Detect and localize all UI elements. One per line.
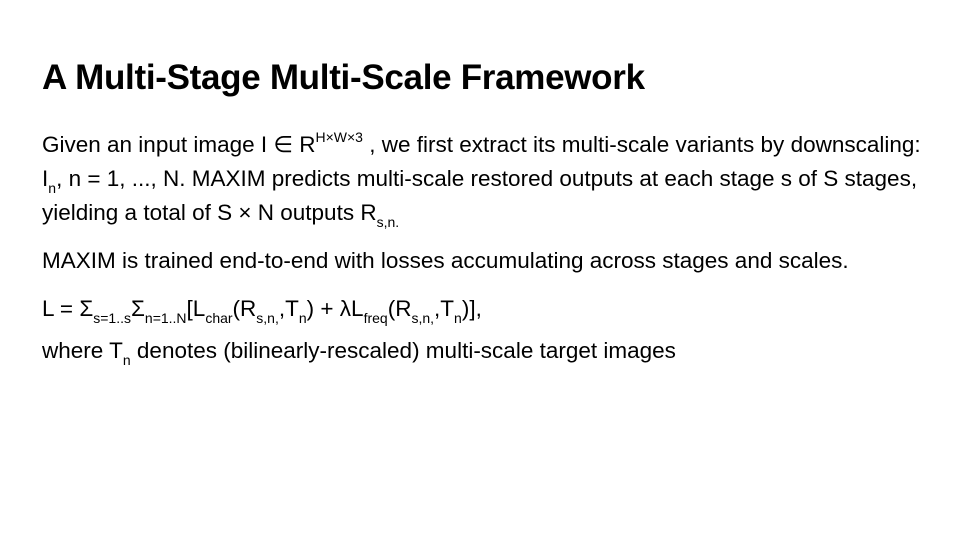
subscript: freq (363, 310, 388, 326)
slide: A Multi-Stage Multi-Scale Framework Give… (0, 0, 960, 540)
formula-part: [L (186, 296, 206, 321)
subscript: n (122, 352, 131, 368)
formula-part: ) + λL (306, 296, 364, 321)
text-span: , n = 1, ..., N. MAXIM predicts multi-sc… (42, 166, 918, 225)
subscript: s=1..s (93, 310, 131, 326)
subscript: s,n, (411, 310, 435, 326)
paragraph-input-description: Given an input image I ∈ RH×W×3 , we fir… (42, 128, 922, 230)
subscript: n (48, 180, 57, 196)
text-span: where T (42, 338, 123, 363)
subscript: s,n. (376, 214, 400, 230)
formula-part: Σ (130, 296, 145, 321)
text-span: Given an input image I ∈ R (42, 132, 316, 157)
text-span: denotes (bilinearly-rescaled) multi-scal… (130, 338, 676, 363)
superscript: H×W×3 (315, 129, 363, 145)
subscript: n (454, 310, 462, 326)
slide-title: A Multi-Stage Multi-Scale Framework (42, 58, 645, 97)
formula-part: (R (232, 296, 257, 321)
subscript: s,n, (256, 310, 279, 326)
subscript: n=1..N (144, 310, 187, 326)
formula-part: ,T (434, 296, 455, 321)
formula-part: ,T (278, 296, 299, 321)
subscript: n (298, 310, 307, 326)
slide-body: Given an input image I ∈ RH×W×3 , we fir… (42, 128, 922, 368)
subscript: char (205, 310, 233, 326)
target-note: where Tn denotes (bilinearly-rescaled) m… (42, 334, 922, 368)
paragraph-training: MAXIM is trained end-to-end with losses … (42, 248, 849, 273)
formula-part: L = Σ (42, 296, 94, 321)
formula-part: (R (387, 296, 412, 321)
loss-formula: L = Σs=1..sΣn=1..N[Lchar(Rs,n,,Tn) + λLf… (42, 292, 922, 326)
formula-part: )], (461, 296, 482, 321)
